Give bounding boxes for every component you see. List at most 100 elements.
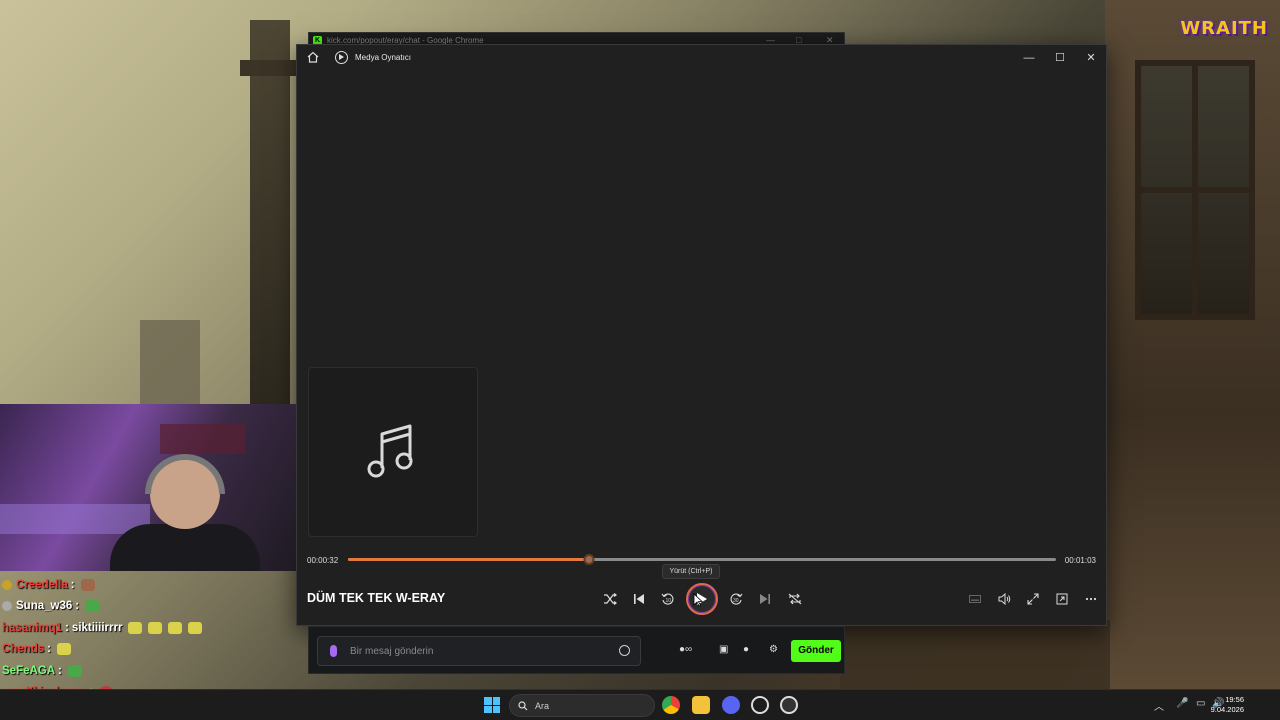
background-window: [1135, 60, 1255, 320]
seek-progress: [348, 558, 589, 561]
chat-bubble-icon[interactable]: ●: [743, 644, 749, 655]
chat-separator: :: [65, 621, 69, 634]
miniplayer-button[interactable]: [964, 588, 986, 610]
chat-username: Suna_w36: [16, 600, 73, 613]
chat-username: SeFeAGA: [2, 664, 56, 677]
chat-username: Creedella: [16, 578, 68, 591]
chat-separator: :: [47, 643, 52, 656]
volume-icon: [998, 593, 1010, 605]
show-hidden-icons-icon[interactable]: ︿: [1154, 698, 1164, 713]
chat-message: siktiiiirrrr: [71, 621, 123, 634]
more-options-button[interactable]: [1080, 588, 1102, 610]
svg-text:10: 10: [666, 598, 672, 604]
close-button[interactable]: ✕: [1077, 49, 1105, 67]
emote-icon: [148, 621, 163, 634]
taskbar-search[interactable]: Ara: [509, 694, 655, 717]
search-placeholder: Ara: [535, 701, 550, 711]
total-time: 00:01:03: [1064, 556, 1096, 565]
more-icon: [1085, 597, 1097, 601]
fullscreen-button[interactable]: [1022, 588, 1044, 610]
chat-message-input[interactable]: Bir mesaj gönderin: [317, 636, 641, 666]
repeat-off-icon: [788, 593, 802, 605]
chat-separator: :: [75, 600, 80, 613]
seek-bar[interactable]: [348, 554, 1056, 565]
chat-username: hasanimq1: [2, 621, 63, 634]
webcam-person-body: [110, 524, 260, 571]
file-explorer-icon[interactable]: [692, 696, 710, 714]
previous-icon: [634, 594, 644, 604]
forward-30-icon: 30: [730, 593, 743, 605]
play-tooltip: Yürüt (Ctrl+P): [662, 564, 720, 579]
chat-line: SeFeAGA :: [2, 660, 302, 682]
app-title: Medya Oynatıcı: [355, 53, 412, 62]
clock-time: 19:56: [1225, 695, 1244, 704]
background-floor: [840, 620, 1110, 690]
chat-placeholder: Bir mesaj gönderin: [350, 646, 434, 657]
svg-text:30: 30: [733, 598, 739, 604]
player-titlebar: Medya Oynatıcı — ☐ ✕: [297, 45, 1106, 71]
repeat-button[interactable]: [784, 588, 806, 610]
seek-thumb[interactable]: [583, 554, 595, 565]
media-player-taskbar-icon[interactable]: [780, 696, 798, 714]
windows-taskbar: Ara ︿ 🎤 ▭ 🔊 19:56 9.04.2026: [0, 689, 1280, 720]
next-button[interactable]: [754, 588, 776, 610]
search-icon: [518, 701, 528, 711]
webcam-poster: [160, 424, 245, 454]
webcam-headphones: [145, 454, 225, 494]
music-note-icon: [367, 424, 413, 478]
next-icon: [760, 594, 770, 604]
emote-icon: [67, 664, 82, 677]
caption-icon: [969, 595, 981, 603]
media-player-window: Medya Oynatıcı — ☐ ✕ 00:00:32 00:01:03 Y…: [296, 44, 1107, 626]
clock-date: 9.04.2026: [1210, 705, 1244, 714]
mouse-cursor-icon: [693, 593, 703, 607]
media-player-app-icon: [335, 51, 348, 64]
system-clock[interactable]: 19:56 9.04.2026: [1211, 695, 1244, 715]
streamer-webcam: [0, 404, 296, 571]
background-pole: [250, 20, 290, 420]
forward-30-button[interactable]: 30: [725, 588, 747, 610]
chat-line: Chends :: [2, 639, 302, 661]
chat-line: hasanimq1 : siktiiiirrrr: [2, 617, 302, 639]
microphone-tray-icon[interactable]: 🎤: [1176, 698, 1188, 709]
channel-points-icon[interactable]: ●∞: [679, 644, 692, 655]
previous-button[interactable]: [628, 588, 650, 610]
chat-line: Suna_w36 :: [2, 596, 302, 618]
settings-gear-icon[interactable]: ⚙: [769, 644, 778, 655]
windows-start-button[interactable]: [484, 697, 500, 713]
picture-in-picture-icon: [1056, 593, 1068, 605]
chat-separator: :: [70, 578, 75, 591]
track-title: DÜM TEK TEK W-ERAY: [307, 591, 446, 605]
chat-username: Chends: [2, 643, 45, 656]
microphone-icon[interactable]: [330, 645, 337, 657]
home-icon[interactable]: [306, 50, 320, 64]
emote-icon: [188, 621, 203, 634]
chat-separator: :: [58, 664, 62, 677]
store-icon[interactable]: ▣: [719, 644, 728, 655]
emote-icon: [128, 621, 143, 634]
emote-icon: [85, 600, 100, 613]
maximize-button[interactable]: ☐: [1046, 49, 1074, 67]
obs-icon[interactable]: [751, 696, 769, 714]
emote-icon: [80, 578, 95, 591]
send-button[interactable]: Gönder: [791, 640, 841, 662]
discord-icon[interactable]: [722, 696, 740, 714]
badge-icon: [2, 601, 12, 612]
chat-line: Creedella :: [2, 574, 302, 596]
emoji-icon[interactable]: [619, 645, 630, 656]
minimize-button[interactable]: —: [1015, 49, 1043, 67]
volume-button[interactable]: [993, 588, 1015, 610]
emote-icon: [57, 643, 72, 656]
rewind-10-button[interactable]: 10: [657, 588, 679, 610]
kick-chat-panel: Bir mesaj gönderin ●∞ ▣ ● ⚙ Gönder: [308, 626, 845, 674]
emote-icon: [168, 621, 183, 634]
current-time: 00:00:32: [307, 556, 339, 565]
expand-icon: [1027, 593, 1039, 605]
chrome-taskbar-icon[interactable]: [662, 696, 680, 714]
background-building: [140, 320, 200, 410]
rewind-10-icon: 10: [661, 593, 674, 605]
compact-overlay-button[interactable]: [1051, 588, 1073, 610]
network-icon[interactable]: ▭: [1196, 698, 1205, 709]
shuffle-button[interactable]: [599, 588, 621, 610]
background-beam: [240, 60, 300, 76]
